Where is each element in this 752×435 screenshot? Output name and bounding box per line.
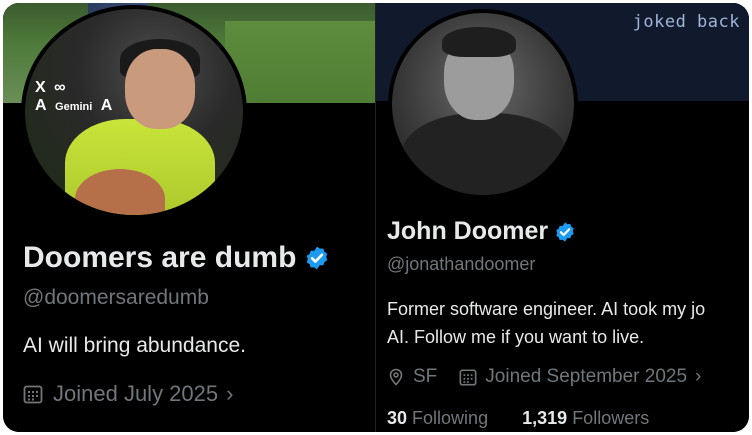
avatar[interactable] [388, 9, 578, 199]
logo-anthropic: A [35, 97, 47, 114]
handle: @doomersaredumb [23, 286, 209, 309]
follow-stats: 30 Following 1,319 Followers [387, 408, 649, 429]
following-count: 30 [387, 408, 408, 428]
profile-meta: SF Joined September 2025 › [387, 366, 701, 388]
ai-logos: X ∞ A Gemini A [35, 79, 130, 149]
bio: Former software engineer. AI took my jo … [387, 295, 749, 351]
bio-line-2: AI. Follow me if you want to live. [387, 327, 645, 347]
logo-a: A [100, 97, 113, 114]
followers-count: 1,319 [522, 408, 568, 428]
avatar-head [125, 49, 195, 129]
following-link[interactable]: 30 Following [387, 408, 488, 428]
bio: AI will bring abundance. [23, 334, 246, 357]
location-text: SF [413, 366, 438, 387]
verified-badge-icon[interactable] [554, 221, 576, 243]
chevron-right-icon[interactable]: › [226, 381, 233, 407]
display-name: John Doomer [387, 217, 576, 246]
handle: @jonathandoomer [387, 254, 536, 274]
profile-card-left: X ∞ A Gemini A Doomers are dumb @doomers… [3, 3, 375, 432]
screenshot-frame: X ∞ A Gemini A Doomers are dumb @doomers… [3, 3, 749, 432]
display-name-text: John Doomer [387, 217, 549, 245]
chevron-right-icon[interactable]: › [695, 366, 701, 388]
joined-text: Joined July 2025 [53, 381, 219, 406]
location-pin-icon [389, 368, 403, 386]
bio-line-1: Former software engineer. AI took my jo [387, 299, 706, 319]
avatar-hair [442, 27, 516, 57]
calendar-icon [459, 369, 477, 386]
calendar-icon [23, 385, 43, 404]
joined-text: Joined September 2025 [485, 366, 688, 387]
followers-link[interactable]: 1,319 Followers [522, 408, 649, 428]
verified-badge-icon[interactable] [304, 245, 330, 271]
display-name: Doomers are dumb [23, 241, 330, 275]
banner-lawn [225, 21, 375, 103]
banner-text: joked back [632, 12, 740, 32]
profile-card-right: joked back John Doomer @jonathandoomer F… [375, 3, 749, 432]
avatar-shirt [402, 113, 567, 195]
logo-x: X [35, 79, 46, 96]
avatar[interactable]: X ∞ A Gemini A [21, 5, 247, 219]
followers-label: Followers [572, 408, 650, 428]
logo-meta: ∞ [54, 79, 66, 96]
joined-date: Joined July 2025 › [23, 381, 233, 407]
logo-gemini: Gemini [55, 101, 93, 113]
following-label: Following [412, 408, 489, 428]
display-name-text: Doomers are dumb [23, 241, 297, 274]
